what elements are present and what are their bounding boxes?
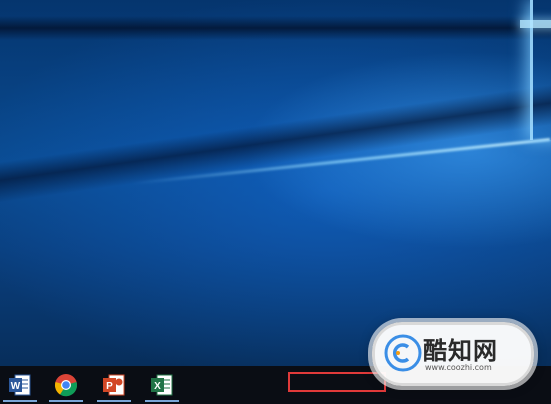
chrome-active-indicator <box>49 400 83 402</box>
excel-icon[interactable]: X <box>149 372 175 398</box>
powerpoint-active-indicator <box>97 400 131 402</box>
coozhi-logo-icon <box>384 334 422 372</box>
powerpoint-icon[interactable]: P <box>101 372 127 398</box>
svg-text:X: X <box>154 381 161 392</box>
svg-text:W: W <box>11 381 21 392</box>
windows-logo-light-bar <box>520 20 551 28</box>
chrome-icon[interactable] <box>53 372 79 398</box>
wallpaper-dark-beam <box>0 79 551 208</box>
watermark-logo: 酷知网 www.coozhi.com <box>372 322 534 386</box>
highlight-box[interactable] <box>288 372 386 392</box>
watermark-url: www.coozhi.com <box>425 363 492 372</box>
svg-text:P: P <box>106 381 113 392</box>
excel-active-indicator <box>145 400 179 402</box>
word-active-indicator <box>3 400 37 402</box>
word-icon[interactable]: W <box>7 372 33 398</box>
watermark-text: 酷知网 <box>423 336 498 365</box>
wallpaper-dark-band <box>0 16 551 40</box>
